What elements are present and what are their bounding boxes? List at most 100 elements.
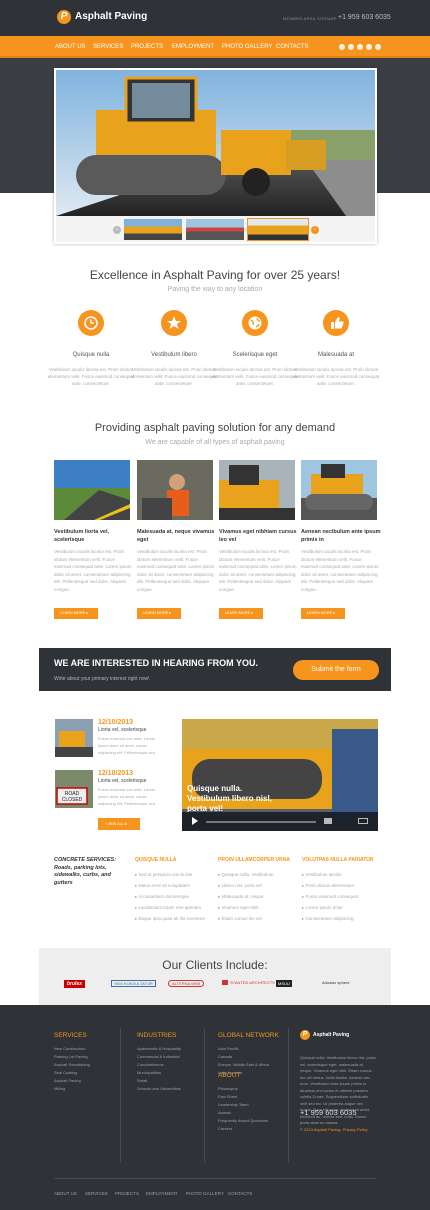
card-title[interactable]: Aenean necibulum ante ipsum primis in — [301, 528, 381, 544]
fullscreen-icon[interactable] — [358, 818, 368, 824]
volume-icon[interactable] — [324, 818, 332, 824]
logo-text[interactable]: Asphalt Paving — [75, 11, 147, 22]
footer-link[interactable]: Europe, Middle East & Africa — [218, 1062, 269, 1067]
client-logo[interactable]: MSUU — [276, 980, 292, 987]
client-logo[interactable]: Aduwax sphere — [322, 980, 350, 985]
slider-thumbnail-active[interactable] — [247, 218, 309, 241]
video-progress-bar[interactable] — [206, 821, 316, 823]
footer-link[interactable]: New Construction — [54, 1046, 86, 1051]
services-list-item-label: Accusantium doloremque — [138, 894, 190, 899]
video-controls[interactable] — [182, 812, 378, 831]
services-list-item[interactable]: ▸ Fusce euismod consequat — [302, 894, 358, 900]
services-list-item[interactable]: ▸ Vivamus eget nibh — [218, 905, 258, 911]
slider-prev-arrow[interactable]: ‹ — [113, 226, 121, 234]
view-all-button[interactable]: VIEW ALL ▸ — [98, 818, 140, 830]
footer-bottom-link[interactable]: CONTACTS — [228, 1191, 252, 1196]
footer-column-heading: GLOBAL NETWORK — [218, 1032, 279, 1039]
footer-link[interactable]: Commercial & Industrial — [137, 1054, 179, 1059]
nav-item-photo-gallery[interactable]: PHOTO GALLERY — [222, 44, 272, 50]
services-list-item[interactable]: ▸ Consectetuer adipiscing — [302, 916, 354, 922]
member-area-link[interactable]: MEMBER AREA — [283, 16, 316, 21]
client-logo[interactable]: ALTERNA WEB — [168, 980, 205, 987]
services-list-item[interactable]: ▸ Eaque ipsa quae ab illo inventore — [135, 916, 205, 922]
footer-bottom-link[interactable]: PROJECTS — [115, 1191, 139, 1196]
slide-image-road-roller[interactable] — [56, 70, 375, 216]
feature-text: Vestibulum iaculis lacinia est. Proin di… — [211, 367, 299, 386]
footer-link[interactable]: Retail — [137, 1078, 147, 1083]
footer-link[interactable]: Careers — [218, 1126, 232, 1131]
services-list-item[interactable]: ▸ Sed ut perspicia omnis iste — [135, 872, 192, 878]
pinterest-icon[interactable] — [366, 44, 372, 50]
card-image-worker[interactable] — [137, 460, 213, 520]
client-logo[interactable]: STANTED ARCHITECTS — [222, 980, 275, 985]
news-headline[interactable]: Liorta vel, scelerisque — [98, 727, 146, 733]
services-list-item[interactable]: ▸ Malesuada at, neque — [218, 894, 264, 900]
footer-link[interactable]: Asia Pacific — [218, 1046, 239, 1051]
footer-bottom-link[interactable]: ABOUT US — [54, 1191, 77, 1196]
news-text: Fusce euismod con ante. Lorem ipsum dolo… — [98, 736, 156, 755]
play-icon[interactable] — [192, 817, 198, 825]
footer-link[interactable]: Condominiums — [137, 1062, 164, 1067]
services-list-item[interactable]: ▸ Libero nisl, porta vel — [218, 883, 262, 889]
logo-icon[interactable]: P — [57, 10, 71, 24]
footer-link[interactable]: Municipalities — [137, 1070, 161, 1075]
twitter-icon[interactable] — [348, 44, 354, 50]
news-thumbnail[interactable]: ROAD CLOSED — [55, 770, 93, 808]
footer-link[interactable]: Philosophy — [218, 1086, 238, 1091]
footer-link[interactable]: Awards — [218, 1110, 231, 1115]
services-list-item[interactable]: ▸ Lorem ipsum dolor — [302, 905, 343, 911]
google-plus-icon[interactable] — [339, 44, 345, 50]
news-headline[interactable]: Liorta vel, scelerisque — [98, 778, 146, 784]
footer-bottom-link[interactable]: SERVICES — [85, 1191, 108, 1196]
footer-link[interactable]: Apartments & Hospitality — [137, 1046, 181, 1051]
slider-thumbnail[interactable] — [124, 219, 182, 240]
footer-link[interactable]: Milling — [54, 1086, 65, 1091]
submit-form-button[interactable]: Submit the form — [293, 660, 379, 680]
footer-link[interactable]: Schools and Universities — [137, 1086, 181, 1091]
footer-logo-icon[interactable]: P — [300, 1030, 310, 1040]
services-list-item[interactable]: ▸ Proin dictum elementum — [302, 883, 354, 889]
nav-item-about-us[interactable]: ABOUT US — [55, 44, 86, 50]
footer-link[interactable]: Latin America — [218, 1070, 242, 1075]
services-list-item[interactable]: ▸ Accusantium doloremque — [135, 894, 189, 900]
nav-item-contacts[interactable]: CONTACTS — [276, 44, 309, 50]
services-list-item[interactable]: ▸ Quisque nulla. Vestibulum — [218, 872, 274, 878]
footer-bottom-link[interactable]: EMPLOYMENT — [146, 1191, 178, 1196]
sitemap-link[interactable]: SITEMAP — [317, 16, 337, 21]
services-list-item[interactable]: ▸ Laudantium totam rem aperiam — [135, 905, 201, 911]
footer-link[interactable]: Fact Sheet — [218, 1094, 237, 1099]
footer-link[interactable]: Frequently Asked Questions — [218, 1118, 268, 1123]
slider-next-arrow[interactable]: › — [311, 226, 319, 234]
footer-link[interactable]: Asphalt Resurfacing — [54, 1062, 90, 1067]
card-title[interactable]: Malesuada at, neque vivamus eget — [137, 528, 217, 544]
news-thumbnail[interactable] — [55, 719, 93, 757]
services-list-item[interactable]: ▸ Vestibulum iaculis — [302, 872, 341, 878]
rss-icon[interactable] — [375, 44, 381, 50]
footer-link[interactable]: Parking Lot Paving — [54, 1054, 88, 1059]
footer-link[interactable]: Seal Coating — [54, 1070, 77, 1075]
learn-more-button[interactable]: LEARN MORE ▸ — [137, 608, 181, 619]
footer-link[interactable]: Asphalt Paving — [54, 1078, 81, 1083]
learn-more-button[interactable]: LEARN MORE ▸ — [54, 608, 98, 619]
client-logo[interactable]: brulex — [64, 980, 86, 988]
card-title[interactable]: Vivamus eget nibhiam cursus leo vel — [219, 528, 299, 544]
footer-link[interactable]: Canada — [218, 1054, 232, 1059]
footer-copyright[interactable]: © 2013 Asphalt Paving. Privacy Policy — [300, 1127, 368, 1132]
facebook-icon[interactable] — [357, 44, 363, 50]
card-image-paver[interactable] — [219, 460, 295, 520]
footer-link[interactable]: Leadership Team — [218, 1102, 249, 1107]
card-image-roller[interactable] — [301, 460, 377, 520]
services-list-item[interactable]: ▸ Etiam cursus leo vel — [218, 916, 262, 922]
footer-logo-text[interactable]: Asphalt Paving — [313, 1032, 349, 1038]
footer-bottom-link[interactable]: PHOTO GALLERY — [186, 1191, 224, 1196]
nav-item-projects[interactable]: PROJECTS — [131, 44, 163, 50]
card-title[interactable]: Vestibulum liorta vel, scelerisque — [54, 528, 134, 544]
slider-thumbnail[interactable] — [186, 219, 244, 240]
learn-more-button[interactable]: LEARN MORE ▸ — [301, 608, 345, 619]
nav-item-employment[interactable]: EMPLOYMENT — [172, 44, 214, 50]
learn-more-button[interactable]: LEARN MORE ▸ — [219, 608, 263, 619]
services-list-item[interactable]: ▸ Natus error sit voluptatem — [135, 883, 190, 889]
client-logo[interactable]: SKM KONSULTATOR — [111, 980, 156, 987]
card-image-road[interactable] — [54, 460, 130, 520]
nav-item-services[interactable]: SERVICES — [93, 44, 123, 50]
